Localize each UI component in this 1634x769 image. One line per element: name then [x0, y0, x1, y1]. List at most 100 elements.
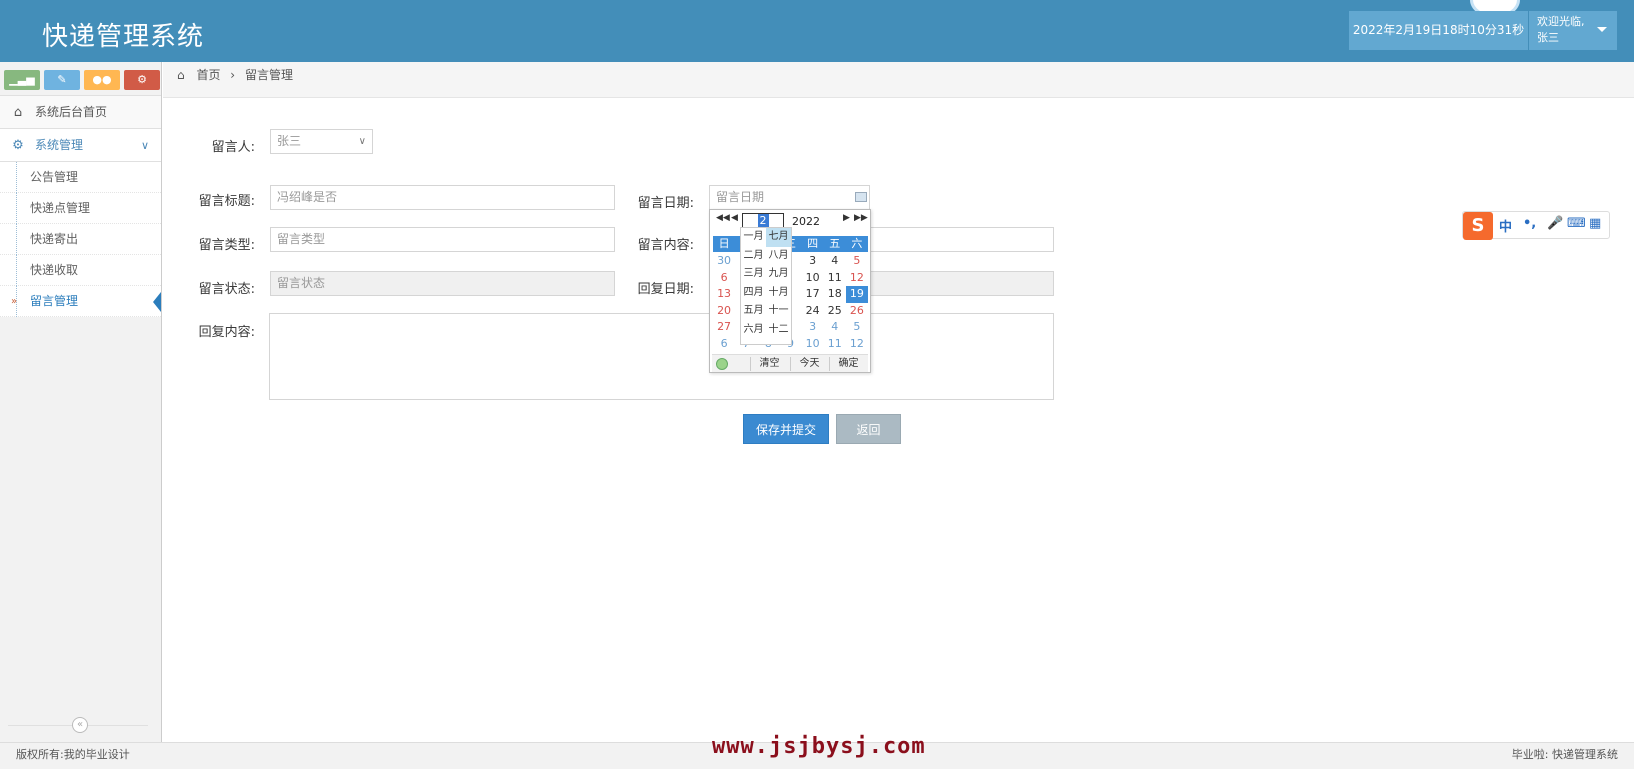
month-option[interactable]: 五月: [741, 302, 766, 321]
chevron-down-icon: ∨: [358, 136, 366, 147]
breadcrumb-home[interactable]: 首页: [196, 68, 220, 82]
day-cell[interactable]: 4: [824, 253, 846, 270]
day-cell[interactable]: 5: [846, 319, 868, 336]
grid-icon[interactable]: ▦: [1589, 216, 1601, 231]
mic-icon[interactable]: 🎤: [1547, 216, 1563, 231]
month-option[interactable]: 六月: [741, 321, 766, 340]
save-submit-button[interactable]: 保存并提交: [743, 414, 829, 444]
day-cell[interactable]: 10: [802, 270, 824, 287]
footer-brand: 毕业啦: 快递管理系统: [1511, 748, 1618, 761]
breadcrumb-separator: ›: [230, 68, 236, 82]
day-cell[interactable]: 3: [802, 253, 824, 270]
day-cell[interactable]: 17: [802, 286, 824, 303]
sidebar-shortcuts: ▁▃▅ ✎ ●● ⚙: [0, 62, 161, 96]
sidebar-item-system[interactable]: ⚙ 系统管理 ∨: [0, 129, 161, 162]
weekday: 日: [718, 237, 730, 250]
month-option[interactable]: 一月: [741, 228, 766, 247]
day-cell[interactable]: 6: [713, 270, 735, 287]
month-option[interactable]: 十二: [766, 321, 791, 340]
header-datetime: 2022年2月19日18时10分31秒: [1349, 11, 1528, 50]
month-option[interactable]: 十一: [766, 302, 791, 321]
reply-date-label: 回复日期:: [637, 282, 694, 297]
author-select[interactable]: 张三 ∨: [270, 129, 373, 154]
year-input[interactable]: 2022: [792, 215, 820, 228]
globe-icon[interactable]: [716, 358, 728, 370]
home-icon: ⌂: [13, 105, 23, 120]
title-label: 留言标题:: [198, 194, 255, 209]
chart-icon[interactable]: ▁▃▅: [4, 70, 40, 90]
month-input-value: 2: [757, 214, 769, 227]
day-cell[interactable]: 11: [824, 270, 846, 287]
day-cell[interactable]: 12: [846, 270, 868, 287]
sidebar-item-dashboard[interactable]: ⌂ 系统后台首页: [0, 96, 161, 129]
status-input: 留言状态: [270, 271, 615, 296]
sidebar-item-send[interactable]: 快递寄出: [0, 224, 161, 255]
calendar-icon[interactable]: [855, 192, 867, 202]
day-cell[interactable]: 12: [846, 336, 868, 353]
next-year-icon[interactable]: ▶▶: [854, 213, 868, 223]
day-cell[interactable]: 6: [713, 336, 735, 353]
day-cell[interactable]: 26: [846, 303, 868, 320]
day-cell[interactable]: 5: [846, 253, 868, 270]
collapse-sidebar-icon[interactable]: «: [72, 717, 88, 733]
reply-content-textarea[interactable]: [269, 313, 1054, 400]
user-menu[interactable]: 欢迎光临, 张三: [1529, 11, 1617, 50]
today-button[interactable]: 今天: [790, 357, 828, 371]
ime-toolbar[interactable]: S 中 •, 🎤 ⌨ ▦: [1462, 211, 1610, 240]
day-cell[interactable]: 13: [713, 286, 735, 303]
sogou-logo-icon[interactable]: S: [1463, 212, 1493, 240]
day-cell[interactable]: 27: [713, 319, 735, 336]
day-cell[interactable]: 30: [713, 253, 735, 270]
status-label: 留言状态:: [198, 282, 255, 297]
clear-button[interactable]: 清空: [750, 357, 788, 371]
pencil-icon[interactable]: ✎: [44, 70, 80, 90]
ime-punctuation[interactable]: •,: [1523, 216, 1536, 231]
app-title: 快递管理系统: [42, 22, 205, 52]
type-input[interactable]: 留言类型: [270, 227, 615, 252]
month-option[interactable]: 十月: [766, 284, 791, 303]
month-option[interactable]: 八月: [766, 247, 791, 266]
prev-month-icon[interactable]: ◀: [731, 213, 738, 223]
back-button[interactable]: 返回: [836, 414, 901, 444]
day-cell[interactable]: 11: [824, 336, 846, 353]
sidebar-item-receive[interactable]: 快递收取: [0, 255, 161, 286]
username: 张三: [1537, 31, 1559, 44]
next-month-icon[interactable]: ▶: [843, 213, 850, 223]
copyright-text: 版权所有:我的毕业设计: [16, 748, 130, 761]
day-cell[interactable]: 4: [824, 319, 846, 336]
month-option[interactable]: 七月: [766, 228, 791, 247]
day-cell[interactable]: 20: [713, 303, 735, 320]
ime-chinese-mode[interactable]: 中: [1499, 216, 1512, 235]
weekday: 六: [851, 237, 863, 250]
month-option[interactable]: 四月: [741, 284, 766, 303]
sidebar-item-messages[interactable]: » 留言管理: [0, 286, 161, 317]
day-cell[interactable]: 10: [802, 336, 824, 353]
day-cell[interactable]: 18: [824, 286, 846, 303]
month-dropdown[interactable]: 一月 七月 二月 八月 三月 九月 四月 十月 五月 十一 六月 十二: [740, 227, 792, 345]
day-cell[interactable]: 25: [824, 303, 846, 320]
month-option[interactable]: 三月: [741, 265, 766, 284]
users-icon[interactable]: ●●: [84, 70, 120, 90]
sidebar-item-stations[interactable]: 快递点管理: [0, 193, 161, 224]
ok-button[interactable]: 确定: [829, 357, 867, 371]
reply-content-label: 回复内容:: [198, 325, 255, 340]
breadcrumb: ⌂ 首页 › 留言管理: [163, 62, 1634, 98]
day-cell[interactable]: 3: [802, 319, 824, 336]
author-label: 留言人:: [211, 140, 255, 155]
gears-icon: ⚙: [12, 138, 24, 153]
title-input[interactable]: 冯绍峰是否: [270, 185, 615, 210]
month-option[interactable]: 二月: [741, 247, 766, 266]
keyboard-icon[interactable]: ⌨: [1567, 216, 1586, 231]
cogs-icon[interactable]: ⚙: [124, 70, 160, 90]
date-picker[interactable]: ◀◀ ◀ 2 2022 ▶ ▶▶ 日 一 二 三 四 五 六 30 3 4 5 …: [709, 209, 871, 373]
prev-year-icon[interactable]: ◀◀: [716, 213, 730, 223]
day-cell-selected[interactable]: 19: [845, 286, 868, 303]
month-option[interactable]: 九月: [766, 265, 791, 284]
day-cell[interactable]: 24: [802, 303, 824, 320]
sidebar: ▁▃▅ ✎ ●● ⚙ ⌂ 系统后台首页 ⚙ 系统管理 ∨ 公告管理 快递点管理 …: [0, 62, 162, 742]
sidebar-item-announcements[interactable]: 公告管理: [0, 162, 161, 193]
type-label: 留言类型:: [198, 238, 255, 253]
author-select-value: 张三: [277, 134, 302, 148]
active-pointer: [153, 292, 161, 312]
date-input[interactable]: 留言日期: [709, 185, 870, 210]
